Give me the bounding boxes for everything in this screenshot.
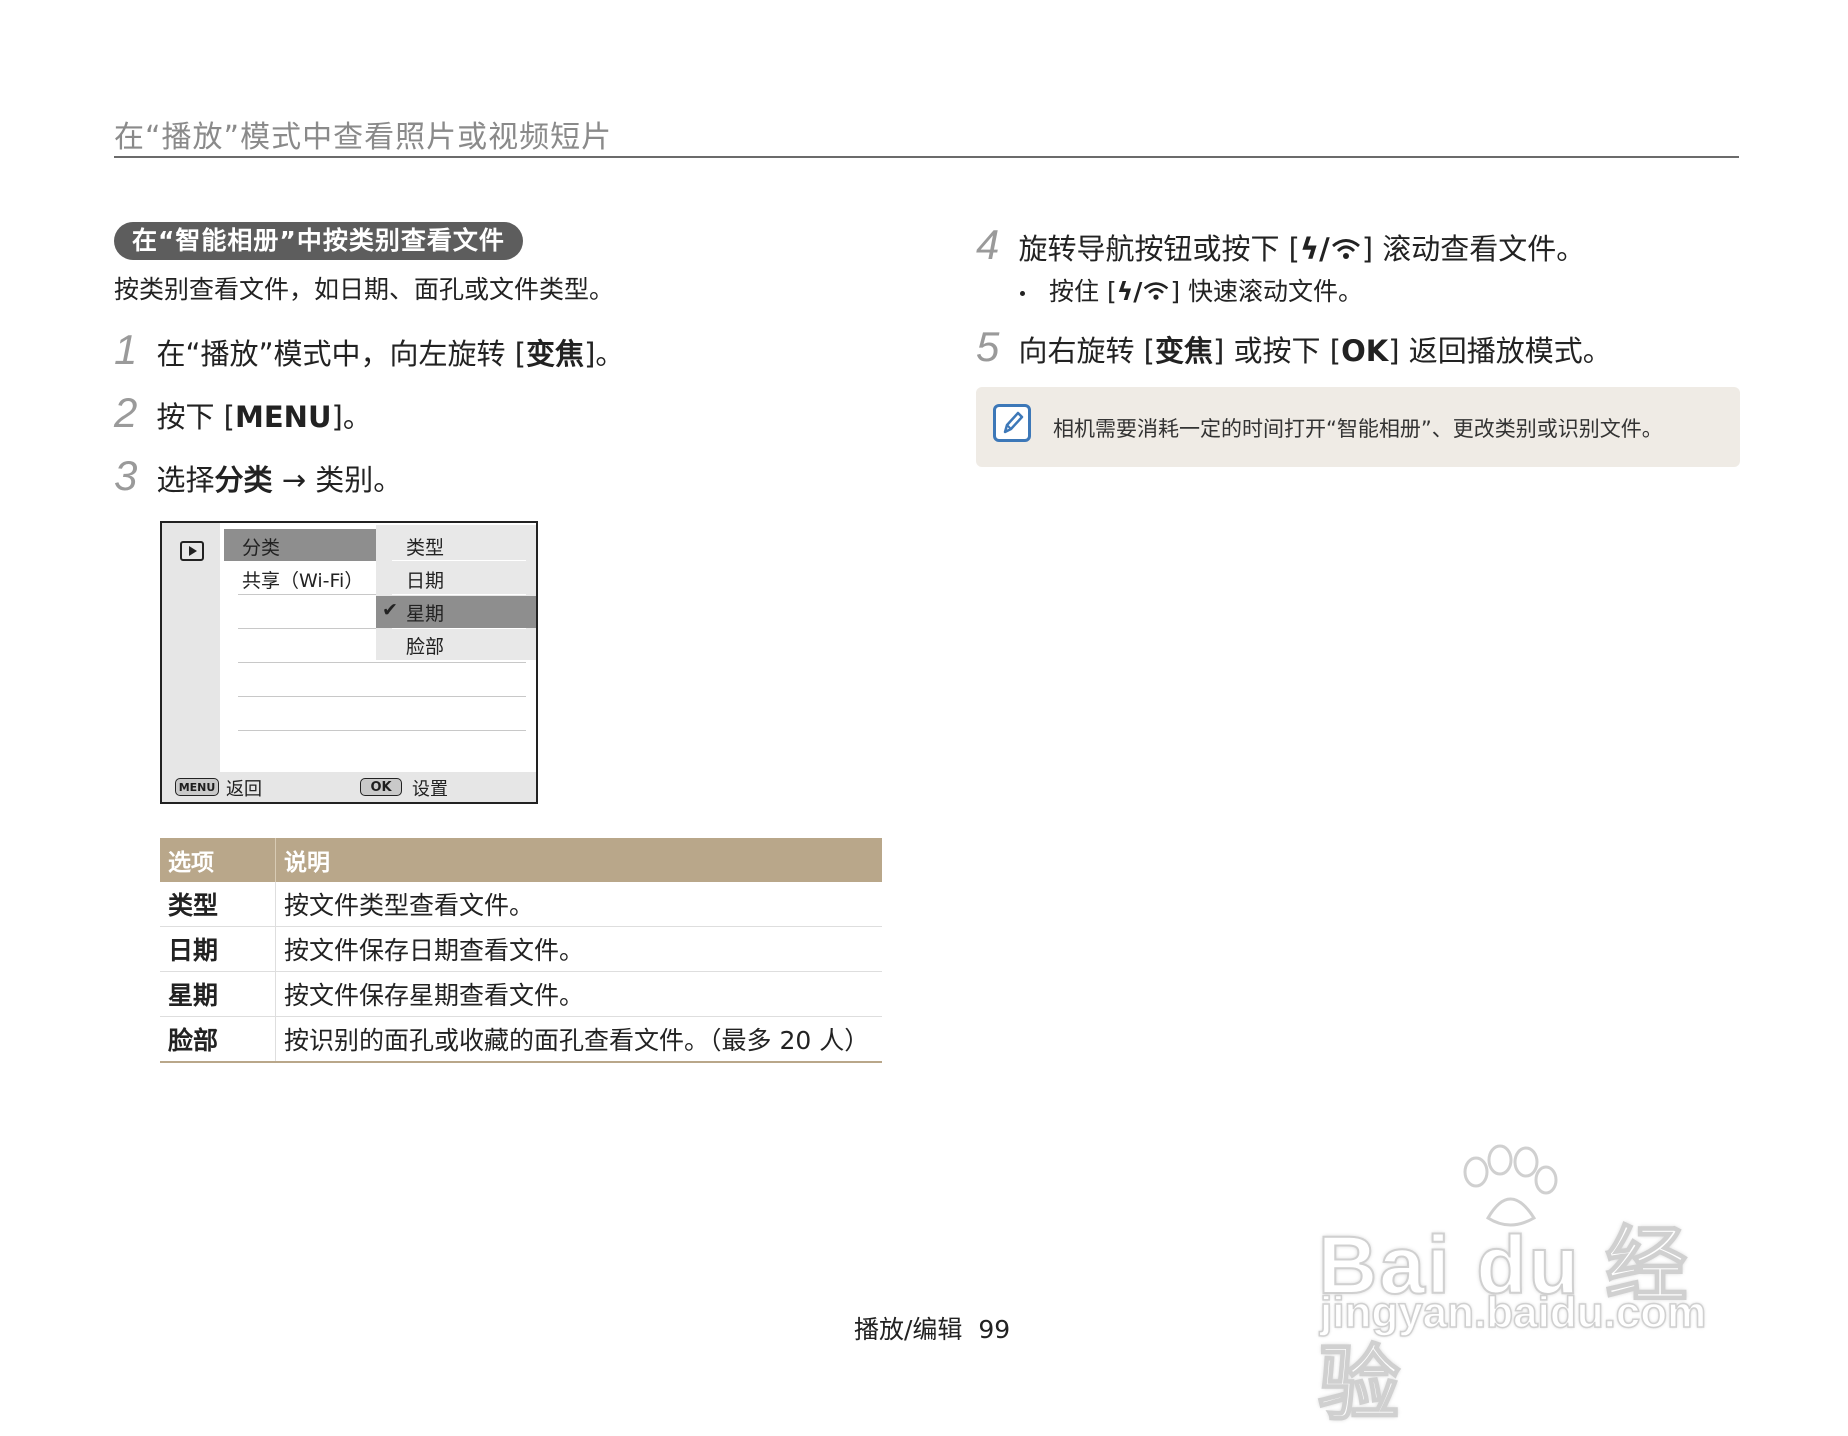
step-text-post: → 类别。	[272, 463, 403, 497]
camera-set-label: 设置	[412, 779, 448, 800]
camera-divider	[392, 628, 526, 629]
camera-divider	[238, 662, 526, 663]
menu-button-icon: MENU	[175, 778, 219, 796]
table-cell-option: 脸部	[160, 1016, 276, 1063]
playback-icon	[180, 541, 204, 561]
step-text-bold: 分类	[214, 463, 273, 497]
step-number: 5	[976, 323, 1000, 370]
watermark-url: jingyan.baidu.com	[1319, 1287, 1707, 1338]
step-text-pre: 在“播放”模式中，向左旋转 [	[156, 337, 527, 371]
step-text-post: ] 返回播放模式。	[1388, 334, 1612, 368]
camera-submenu-highlight	[376, 596, 536, 628]
table-header: 选项	[160, 838, 276, 882]
wifi-icon	[1142, 279, 1170, 301]
step-2: 2 按下 [MENU]。	[114, 389, 372, 437]
step-text-post: ] 滚动查看文件。	[1361, 232, 1586, 266]
step-number: 2	[114, 389, 138, 436]
table-cell-description: 按识别的面孔或收藏的面孔查看文件。（最多 20 人）	[275, 1016, 882, 1063]
table-cell-option: 类型	[160, 882, 276, 927]
step-text-bold: 变焦	[526, 337, 585, 371]
header-divider	[114, 156, 1739, 158]
step-text-bold: 变焦	[1155, 334, 1214, 368]
section-description: 按类别查看文件，如日期、面孔或文件类型。	[114, 275, 615, 304]
camera-screen-illustration: 分类 共享（Wi-Fi） 类型 日期 ✔ 星期 脸部 MENU 返回 OK 设置	[160, 521, 538, 804]
camera-submenu-item: 脸部	[406, 636, 445, 658]
camera-divider	[238, 594, 378, 595]
camera-divider	[238, 628, 378, 629]
step-text-pre: 按下 [	[156, 400, 235, 434]
step-1: 1 在“播放”模式中，向左旋转 [变焦]。	[114, 326, 624, 374]
bullet-dot	[1020, 290, 1025, 296]
camera-submenu	[376, 525, 536, 660]
step-text: 向右旋转 [变焦] 或按下 [OK] 返回播放模式。	[1018, 334, 1611, 368]
step-5: 5 向右旋转 [变焦] 或按下 [OK] 返回播放模式。	[976, 323, 1612, 371]
table-cell-option: 星期	[160, 971, 276, 1017]
step-text: 按下 [MENU]。	[156, 400, 371, 434]
camera-category-item: 分类	[242, 537, 281, 559]
camera-back-label: 返回	[226, 779, 262, 800]
note-box: 相机需要消耗一定的时间打开“智能相册”、更改类别或识别文件。	[976, 387, 1740, 467]
step-text-bold: OK	[1341, 334, 1389, 368]
section-pill: 在“智能相册”中按类别查看文件	[114, 222, 523, 260]
table-cell-description: 按文件类型查看文件。	[275, 882, 882, 927]
table-row: 星期 按文件保存星期查看文件。	[160, 971, 882, 1017]
camera-divider	[392, 594, 526, 595]
camera-divider	[392, 560, 526, 561]
camera-divider	[238, 696, 526, 697]
step-number: 1	[114, 326, 138, 373]
bullet-item: 按住 [ϟ/ ] 快速滚动文件。	[1020, 272, 1363, 308]
step-text: 旋转导航按钮或按下 [ϟ/ ] 滚动查看文件。	[1018, 232, 1585, 266]
bullet-text-pre: 按住 [	[1049, 277, 1117, 306]
camera-submenu-item: 星期	[406, 603, 445, 625]
baidu-watermark: Bai du 经验 jingyan.baidu.com	[1317, 1140, 1748, 1431]
table-row: 脸部 按识别的面孔或收藏的面孔查看文件。（最多 20 人）	[160, 1016, 882, 1063]
camera-divider	[238, 730, 526, 731]
check-icon: ✔	[382, 599, 398, 621]
table-row: 日期 按文件保存日期查看文件。	[160, 926, 882, 972]
table-header: 说明	[275, 838, 882, 882]
step-number: 3	[114, 452, 138, 499]
camera-submenu-item: 类型	[406, 537, 445, 559]
step-4: 4 旋转导航按钮或按下 [ϟ/ ] 滚动查看文件。	[976, 221, 1585, 269]
step-text-bold: MENU	[235, 400, 332, 434]
note-text: 相机需要消耗一定的时间打开“智能相册”、更改类别或识别文件。	[1053, 417, 1663, 441]
table-cell-description: 按文件保存日期查看文件。	[275, 926, 882, 972]
step-text-pre: 向右旋转 [	[1018, 334, 1155, 368]
step-text-pre: 旋转导航按钮或按下 [	[1018, 232, 1300, 266]
step-text-post: ]。	[584, 337, 625, 371]
step-text-mid: ] 或按下 [	[1213, 334, 1342, 368]
page-footer: 播放/编辑 99	[854, 1315, 1011, 1344]
options-table: 选项 说明 类型 按文件类型查看文件。 日期 按文件保存日期查看文件。 星期 按…	[160, 838, 882, 1063]
step-text-post: ]。	[331, 400, 372, 434]
flash-icon: ϟ/	[1300, 232, 1330, 266]
note-pencil-icon	[993, 404, 1031, 442]
table-row: 类型 按文件类型查看文件。	[160, 882, 882, 927]
camera-submenu-item: 日期	[406, 570, 445, 592]
step-text: 选择分类 → 类别。	[156, 463, 402, 497]
table-header-row: 选项 说明	[160, 838, 882, 882]
flash-icon: ϟ/	[1116, 277, 1143, 306]
step-3: 3 选择分类 → 类别。	[114, 452, 402, 500]
page-title: 在“播放”模式中查看照片或视频短片	[114, 120, 613, 155]
table-cell-option: 日期	[160, 926, 276, 972]
step-text-pre: 选择	[156, 463, 215, 497]
camera-category-item: 共享（Wi-Fi）	[242, 570, 364, 592]
step-number: 4	[976, 221, 1000, 268]
table-cell-description: 按文件保存星期查看文件。	[275, 971, 882, 1017]
bullet-text-post: ] 快速滚动文件。	[1170, 277, 1364, 306]
ok-button-icon: OK	[360, 778, 402, 796]
step-text: 在“播放”模式中，向左旋转 [变焦]。	[156, 337, 624, 371]
wifi-icon	[1330, 234, 1362, 259]
